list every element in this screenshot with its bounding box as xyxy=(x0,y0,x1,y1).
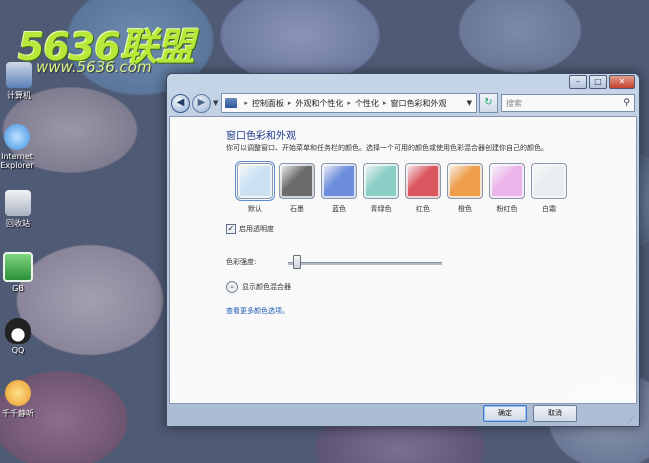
breadcrumb-control-panel[interactable]: 控制面板 xyxy=(252,98,284,109)
color-swatches: 默认 石墨 蓝色 青绿色 红色 橙色 粉红色 白霜 xyxy=(234,161,570,214)
internet-explorer-icon xyxy=(4,124,30,150)
intensity-slider-track[interactable] xyxy=(288,262,442,265)
transparency-checkbox-row[interactable]: ✓ 启用透明度 xyxy=(226,224,274,234)
swatch-label: 橙色 xyxy=(458,205,472,213)
swatch-label: 青绿色 xyxy=(370,205,392,213)
chevron-right-icon[interactable]: ▸ xyxy=(288,99,292,107)
swatch-tile[interactable] xyxy=(405,163,441,199)
site-url: www.5636.com xyxy=(36,58,152,76)
chevron-right-icon[interactable]: ▸ xyxy=(244,99,248,107)
desktop-icon-label: GB xyxy=(12,284,24,293)
cancel-button[interactable]: 取消 xyxy=(533,405,577,422)
control-panel-window: – □ ✕ ◀ ▶ ▼ ▸ 控制面板 ▸ 外观和个性化 ▸ 个性化 ▸ 窗口色彩… xyxy=(166,73,640,427)
swatch-label: 默认 xyxy=(248,205,262,213)
computer-icon xyxy=(6,62,32,88)
address-dropdown-icon[interactable]: ▼ xyxy=(467,99,472,107)
swatch-frost[interactable]: 白霜 xyxy=(528,163,570,214)
refresh-button[interactable]: ↻ xyxy=(479,93,498,113)
ok-button[interactable]: 确定 xyxy=(483,405,527,422)
desktop-icon-gb[interactable]: GB xyxy=(1,252,35,293)
chevron-down-icon[interactable]: ⌄ xyxy=(226,281,238,293)
desktop-icon-label: QQ xyxy=(11,346,25,355)
address-bar[interactable]: ▸ 控制面板 ▸ 外观和个性化 ▸ 个性化 ▸ 窗口色彩和外观 ▼ xyxy=(221,93,477,113)
swatch-graphite[interactable]: 石墨 xyxy=(276,163,318,214)
swatch-tile[interactable] xyxy=(489,163,525,199)
close-button[interactable]: ✕ xyxy=(609,75,635,89)
swatch-label: 白霜 xyxy=(542,205,556,213)
swatch-tile[interactable] xyxy=(363,163,399,199)
desktop-icon-label: 计算机 xyxy=(7,91,31,100)
chevron-right-icon[interactable]: ▸ xyxy=(383,99,387,107)
transparency-label: 启用透明度 xyxy=(239,225,274,233)
desktop-icon-computer[interactable]: 计算机 xyxy=(2,62,36,101)
search-icon[interactable]: ⚲ xyxy=(623,98,630,108)
navigation-bar: ◀ ▶ ▼ ▸ 控制面板 ▸ 外观和个性化 ▸ 个性化 ▸ 窗口色彩和外观 ▼ … xyxy=(171,92,635,114)
gb-app-icon xyxy=(3,252,33,282)
swatch-label: 粉红色 xyxy=(496,205,518,213)
recycle-bin-icon xyxy=(5,190,31,216)
swatch-tile[interactable] xyxy=(321,163,357,199)
swatch-label: 蓝色 xyxy=(332,205,346,213)
qq-penguin-icon xyxy=(5,318,31,344)
back-button[interactable]: ◀ xyxy=(171,93,190,113)
transparency-checkbox[interactable]: ✓ xyxy=(226,224,236,234)
desktop-icon-recycle-bin[interactable]: 回收站 xyxy=(1,190,35,229)
desktop-icon-label: 回收站 xyxy=(6,219,30,228)
intensity-slider-thumb[interactable] xyxy=(292,255,301,269)
resize-grip-icon[interactable]: ⋰ xyxy=(627,415,635,424)
desktop-icon-ttplayer[interactable]: 千千静听 xyxy=(1,380,35,419)
page-title: 窗口色彩和外观 xyxy=(226,131,296,142)
swatch-blue[interactable]: 蓝色 xyxy=(318,163,360,214)
swatch-tile[interactable] xyxy=(279,163,315,199)
desktop-icon-label: 千千静听 xyxy=(2,409,34,418)
swatch-default[interactable]: 默认 xyxy=(234,161,276,214)
forward-button[interactable]: ▶ xyxy=(192,93,211,113)
breadcrumb-personalization[interactable]: 个性化 xyxy=(355,98,379,109)
desktop-icon-ie[interactable]: Internet Explorer xyxy=(0,124,34,170)
swatch-tile[interactable] xyxy=(235,161,275,201)
chevron-right-icon[interactable]: ▸ xyxy=(347,99,351,107)
swatch-orange[interactable]: 橙色 xyxy=(444,163,486,214)
recent-pages-dropdown[interactable]: ▼ xyxy=(213,99,218,107)
caption-buttons: – □ ✕ xyxy=(569,75,635,89)
control-panel-icon xyxy=(225,98,238,108)
breadcrumb-window-color[interactable]: 窗口色彩和外观 xyxy=(390,98,446,109)
search-placeholder: 搜索 xyxy=(506,98,522,108)
desktop-icon-qq[interactable]: QQ xyxy=(1,318,35,355)
swatch-label: 石墨 xyxy=(290,205,304,213)
page-description: 你可以调整窗口、开始菜单和任务栏的颜色。选择一个可用的颜色或使用色彩混合器创建你… xyxy=(226,144,548,152)
intensity-label: 色彩强度: xyxy=(226,258,257,266)
more-color-options-link[interactable]: 查看更多颜色选项。 xyxy=(226,306,289,316)
maximize-button[interactable]: □ xyxy=(589,75,607,89)
color-mixer-label: 显示颜色混合器 xyxy=(242,283,291,291)
swatch-tile[interactable] xyxy=(531,163,567,199)
swatch-red[interactable]: 红色 xyxy=(402,163,444,214)
swatch-tile[interactable] xyxy=(447,163,483,199)
color-mixer-toggle[interactable]: ⌄ 显示颜色混合器 xyxy=(226,281,291,293)
search-box[interactable]: 搜索 ⚲ xyxy=(501,94,635,112)
desktop-icon-label: Internet Explorer xyxy=(0,152,34,170)
swatch-teal[interactable]: 青绿色 xyxy=(360,163,402,214)
ttplayer-icon xyxy=(5,380,31,406)
swatch-label: 红色 xyxy=(416,205,430,213)
swatch-pink[interactable]: 粉红色 xyxy=(486,163,528,214)
minimize-button[interactable]: – xyxy=(569,75,587,89)
breadcrumb-appearance[interactable]: 外观和个性化 xyxy=(295,98,343,109)
content-pane: 窗口色彩和外观 你可以调整窗口、开始菜单和任务栏的颜色。选择一个可用的颜色或使用… xyxy=(169,116,637,404)
